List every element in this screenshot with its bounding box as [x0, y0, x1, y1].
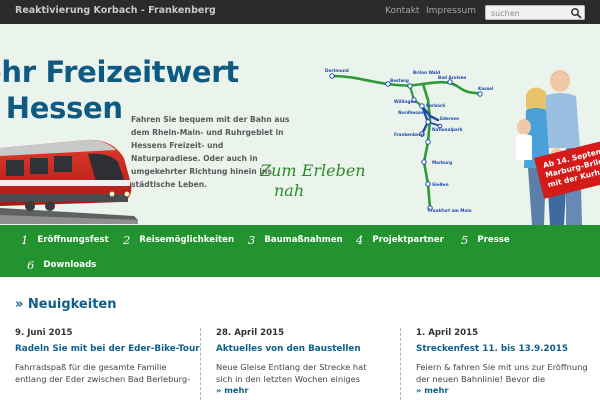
- nav-number: 4: [356, 233, 364, 247]
- read-more-link[interactable]: » mehr: [416, 385, 590, 395]
- news-item: 1. April 2015 Streckenfest 11. bis 13.9.…: [400, 328, 590, 400]
- station-dortmund: Dortmund: [325, 68, 349, 73]
- station-giessen: Gießen: [432, 182, 449, 187]
- route-map: Dortmund Bestwig Brilon Wald Bad Arolsen…: [325, 68, 494, 213]
- read-more-link[interactable]: » mehr: [216, 385, 385, 395]
- nav-number: 1: [21, 233, 29, 247]
- news-date: 1. April 2015: [416, 328, 479, 338]
- news-item: 28. April 2015 Aktuelles von den Baustel…: [200, 328, 385, 400]
- station-edersee: Edersee: [440, 116, 459, 121]
- nav-item-projektpartner[interactable]: 4 Projektpartner: [356, 227, 444, 253]
- nav-number: 6: [27, 258, 35, 272]
- imprint-link[interactable]: Impressum: [426, 6, 476, 16]
- search-box: [485, 5, 585, 20]
- nav-label: Baumaßnahmen: [264, 235, 343, 245]
- station-brilon-wald: Brilon Wald: [413, 70, 440, 75]
- news-title-link[interactable]: Radeln Sie mit bei der Eder-Bike-Tour: [15, 344, 200, 355]
- station-frankenberg: Frankenberg: [394, 132, 424, 137]
- main-navigation: 1 Eröffnungsfest 2 Reisemöglichkeiten 3 …: [0, 225, 600, 277]
- station-nordhessen: Nordhessen: [398, 110, 426, 115]
- station-kassel: Kassel: [478, 86, 494, 91]
- station-nationalpark: Nationalpark: [432, 127, 463, 132]
- nav-item-baumassnahmen[interactable]: 3 Baumaßnahmen: [248, 227, 343, 253]
- news-title-link[interactable]: Aktuelles von den Baustellen: [216, 344, 385, 355]
- nav-number: 3: [248, 233, 256, 247]
- news-title-link[interactable]: Streckenfest 11. bis 13.9.2015: [416, 344, 590, 355]
- contact-link[interactable]: Kontakt: [385, 6, 419, 16]
- station-willingen: Willingen: [394, 99, 416, 104]
- news-date: 28. April 2015: [216, 328, 285, 338]
- nav-label: Downloads: [43, 260, 97, 270]
- station-marburg: Marburg: [432, 160, 452, 165]
- news-excerpt: Neue Gleise Entlang der Strecke hat sich…: [216, 362, 367, 384]
- nav-label: Reisemöglichkeiten: [139, 235, 235, 245]
- nav-number: 5: [461, 233, 469, 247]
- nav-item-eroeffnungsfest[interactable]: 1 Eröffnungsfest: [21, 227, 109, 253]
- station-frankfurt: Frankfurt am Main: [428, 208, 472, 213]
- nav-item-downloads[interactable]: 6 Downloads: [27, 252, 96, 278]
- news-date: 9. Juni 2015: [15, 328, 73, 338]
- nav-number: 2: [123, 233, 131, 247]
- top-bar: Reaktivierung Korbach - Frankenberg Kont…: [0, 0, 600, 24]
- station-bad-arolsen: Bad Arolsen: [438, 75, 466, 80]
- news-excerpt: Feiern & fahren Sie mit uns zur Eröffnun…: [416, 362, 588, 384]
- news-item: 9. Juni 2015 Radeln Sie mit bei der Eder…: [15, 328, 200, 400]
- train-image: [0, 139, 138, 224]
- nav-item-reisemoeglichkeiten[interactable]: 2 Reisemöglichkeiten: [123, 227, 234, 253]
- site-title[interactable]: Reaktivierung Korbach - Frankenberg: [15, 5, 216, 16]
- station-korbach: Korbach: [426, 103, 445, 108]
- search-input[interactable]: [491, 7, 567, 19]
- news-section-title: » Neuigkeiten: [15, 297, 117, 312]
- magnifier-icon[interactable]: [570, 7, 582, 19]
- station-bestwig: Bestwig: [390, 78, 409, 83]
- hero-banner: ehr Freizeitwert r Hessen Fahren Sie beq…: [0, 24, 600, 225]
- nav-item-presse[interactable]: 5 Presse: [461, 227, 510, 253]
- nav-label: Projektpartner: [372, 235, 444, 245]
- nav-label: Eröffnungsfest: [37, 235, 109, 245]
- nav-label: Presse: [477, 235, 510, 245]
- news-excerpt: Fahrradspaß für die gesamte Familie entl…: [15, 362, 191, 384]
- banner-headline-line-1: ehr Freizeitwert: [0, 55, 239, 89]
